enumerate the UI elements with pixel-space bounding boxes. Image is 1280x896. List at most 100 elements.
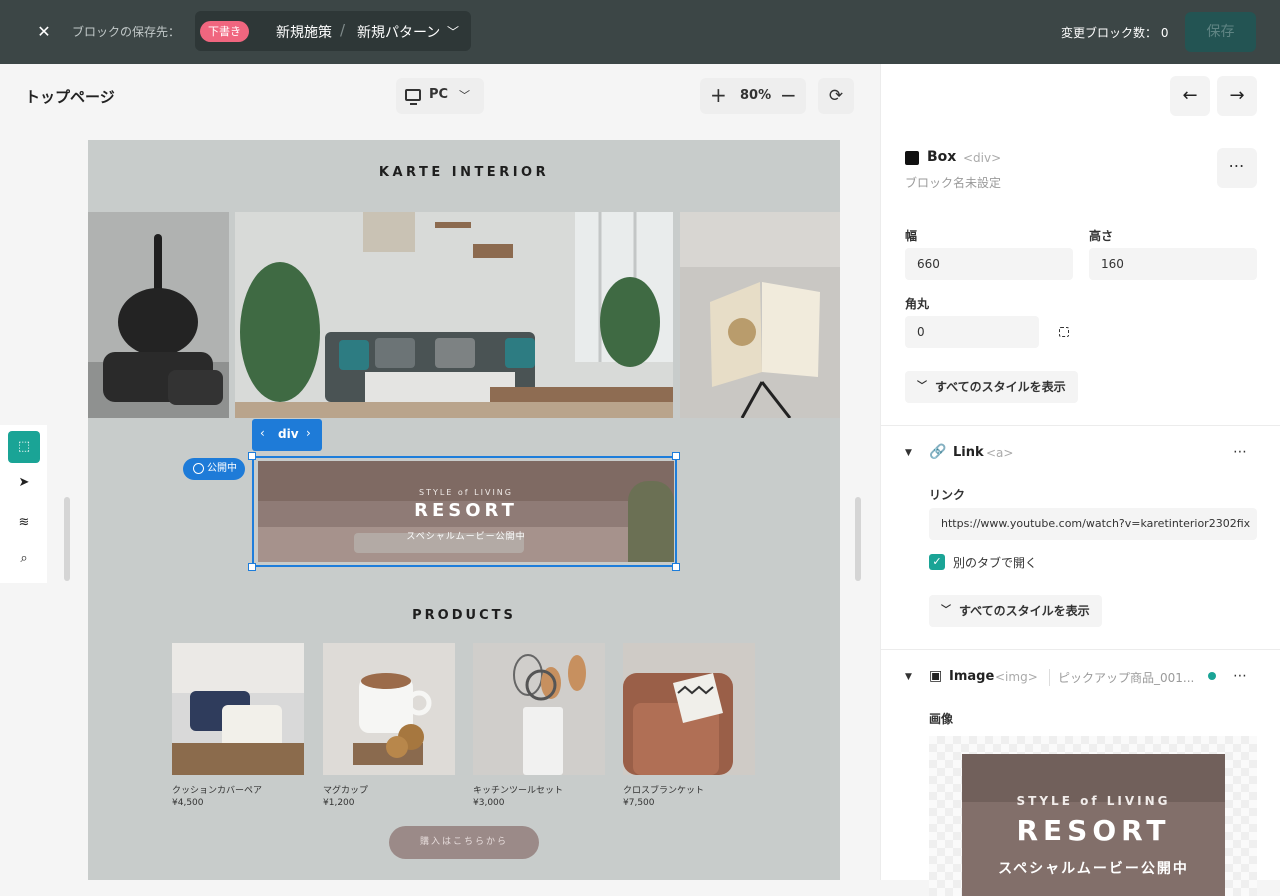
box-icon	[905, 151, 919, 165]
layers-icon[interactable]: ≋	[8, 507, 40, 539]
open-new-tab-checkbox[interactable]: ✓	[929, 554, 945, 570]
link-tag: <a>	[986, 446, 1014, 460]
product-card[interactable]: キッチンツールセット ¥3,000	[473, 643, 605, 808]
show-all-styles-button[interactable]: ﹀ すべてのスタイルを表示	[929, 595, 1102, 627]
chevron-down-icon: ﹀	[917, 381, 927, 392]
save-button[interactable]: 保存	[1185, 12, 1256, 52]
zoom-out-icon[interactable]: −	[780, 83, 797, 107]
play-icon	[193, 463, 204, 474]
corner-radius-icon[interactable]	[1059, 327, 1069, 337]
select-block-icon[interactable]: ⬚	[8, 431, 40, 463]
status-dot	[1208, 672, 1216, 680]
preview-line-2: RESORT	[1016, 814, 1171, 847]
height-field[interactable]: 160	[1089, 248, 1257, 280]
element-tag-label: div	[278, 427, 299, 441]
width-label: 幅	[905, 229, 918, 243]
monitor-icon	[405, 89, 421, 105]
chevron-right-icon[interactable]: ›	[306, 426, 311, 440]
product-price: ¥3,000	[473, 798, 505, 808]
draft-badge-label: 下書き	[208, 25, 241, 38]
arrow-right-icon[interactable]: →	[1217, 76, 1257, 116]
selection-frame	[252, 456, 677, 567]
width-field[interactable]: 660	[905, 248, 1073, 280]
search-icon[interactable]: ⌕	[8, 543, 40, 575]
divider	[881, 649, 1280, 650]
product-name: クロスブランケット	[623, 786, 705, 796]
link-url-field[interactable]: https://www.youtube.com/watch?v=karetint…	[929, 508, 1257, 540]
box-title: Box	[927, 149, 957, 165]
collapse-icon[interactable]: ▼	[905, 672, 912, 682]
show-all-styles-label: すべてのスタイルを表示	[935, 380, 1066, 394]
more-options-icon[interactable]: ⋯	[1217, 148, 1257, 188]
zoom-level: 80%	[740, 88, 772, 103]
resize-handle[interactable]	[248, 563, 256, 571]
pointer-icon[interactable]: ➤	[8, 467, 40, 499]
chevron-down-icon: ﹀	[459, 89, 470, 102]
height-label: 高さ	[1089, 229, 1114, 243]
more-options-icon[interactable]: ⋯	[1233, 668, 1248, 684]
hero-photo-skillet[interactable]	[88, 212, 229, 418]
link-field-label: リンク	[929, 488, 966, 502]
mug-illustration	[323, 643, 455, 775]
hero-photo-book-stand[interactable]	[680, 212, 840, 418]
left-scrollbar[interactable]	[64, 497, 70, 581]
product-image-kitchen-tools	[473, 643, 605, 775]
device-label: PC	[429, 87, 449, 102]
products-heading: PRODUCTS	[412, 608, 516, 623]
chevron-left-icon[interactable]: ‹	[260, 426, 265, 440]
device-selector[interactable]: PC ﹀	[396, 78, 484, 114]
save-destination-label: ブロックの保存先：	[72, 25, 181, 39]
more-options-icon[interactable]: ⋯	[1233, 444, 1248, 460]
living-room-illustration	[235, 212, 673, 418]
link-title: Link	[953, 445, 984, 460]
right-scrollbar[interactable]	[855, 497, 861, 581]
buy-button[interactable]: 購入はこちらから	[389, 826, 539, 859]
resize-handle[interactable]	[672, 452, 680, 460]
resize-handle[interactable]	[248, 452, 256, 460]
image-preview[interactable]: STYLE of LIVING RESORT スペシャルムービー公開中	[929, 736, 1257, 896]
changed-blocks-count: 変更ブロック数： 0	[1061, 24, 1168, 41]
top-bar: ✕ ブロックの保存先： 下書き 新規施策 / 新規パターン ﹀ 変更ブロック数：…	[0, 0, 1280, 64]
refresh-icon[interactable]: ⟳	[818, 78, 854, 114]
radius-field[interactable]: 0	[905, 316, 1039, 348]
campaign-name: 新規施策	[276, 25, 332, 41]
collapse-icon[interactable]: ▼	[905, 448, 912, 458]
chevron-down-icon: ﹀	[941, 605, 951, 616]
product-price: ¥7,500	[623, 798, 655, 808]
product-price: ¥4,500	[172, 798, 204, 808]
resize-handle[interactable]	[672, 563, 680, 571]
link-icon: 🔗	[929, 444, 947, 460]
changed-blocks-value: 0	[1160, 26, 1169, 40]
properties-panel: ← → Box <div> ブロック名未設定 ⋯ 幅 660 高さ 160 角丸…	[880, 64, 1280, 896]
chevron-down-icon[interactable]: ﹀	[447, 23, 459, 40]
show-all-styles-label: すべてのスタイルを表示	[959, 604, 1090, 618]
show-all-styles-button[interactable]: ﹀ すべてのスタイルを表示	[905, 371, 1078, 403]
close-icon[interactable]: ✕	[32, 20, 56, 44]
product-card[interactable]: マグカップ ¥1,200	[323, 643, 455, 808]
open-new-tab-label: 別のタブで開く	[953, 556, 1038, 570]
arrow-left-icon[interactable]: ←	[1170, 76, 1210, 116]
preview-line-3: スペシャルムービー公開中	[998, 861, 1189, 877]
product-image-blanket	[623, 643, 755, 775]
published-label: 公開中	[207, 463, 237, 474]
product-card[interactable]: クロスブランケット ¥7,500	[623, 643, 755, 808]
site-brand: KARTE INTERIOR	[378, 165, 550, 180]
product-price: ¥1,200	[323, 798, 355, 808]
image-field-label: 画像	[929, 712, 954, 726]
image-file-name: ピックアップ商品_001...	[1049, 669, 1194, 686]
element-tag-selector[interactable]: ‹ div ›	[252, 419, 322, 451]
product-name: クッションカバーペア	[172, 786, 263, 796]
save-destination-selector[interactable]: 下書き 新規施策 / 新規パターン ﹀	[195, 11, 471, 51]
product-card[interactable]: クッションカバーペア ¥4,500	[172, 643, 304, 808]
product-image-mug	[323, 643, 455, 775]
product-name: キッチンツールセット	[473, 786, 564, 796]
preview-line-1: STYLE of LIVING	[1016, 794, 1171, 808]
block-name: ブロック名未設定	[905, 176, 1002, 190]
zoom-in-icon[interactable]: +	[710, 83, 727, 107]
image-preview-thumbnail: STYLE of LIVING RESORT スペシャルムービー公開中	[962, 754, 1225, 896]
product-name: マグカップ	[323, 786, 369, 796]
image-icon: ▣	[929, 668, 943, 684]
hero-photo-living-room[interactable]	[235, 212, 673, 418]
page-name: トップページ	[25, 88, 115, 106]
kitchen-tools-illustration	[473, 643, 605, 775]
